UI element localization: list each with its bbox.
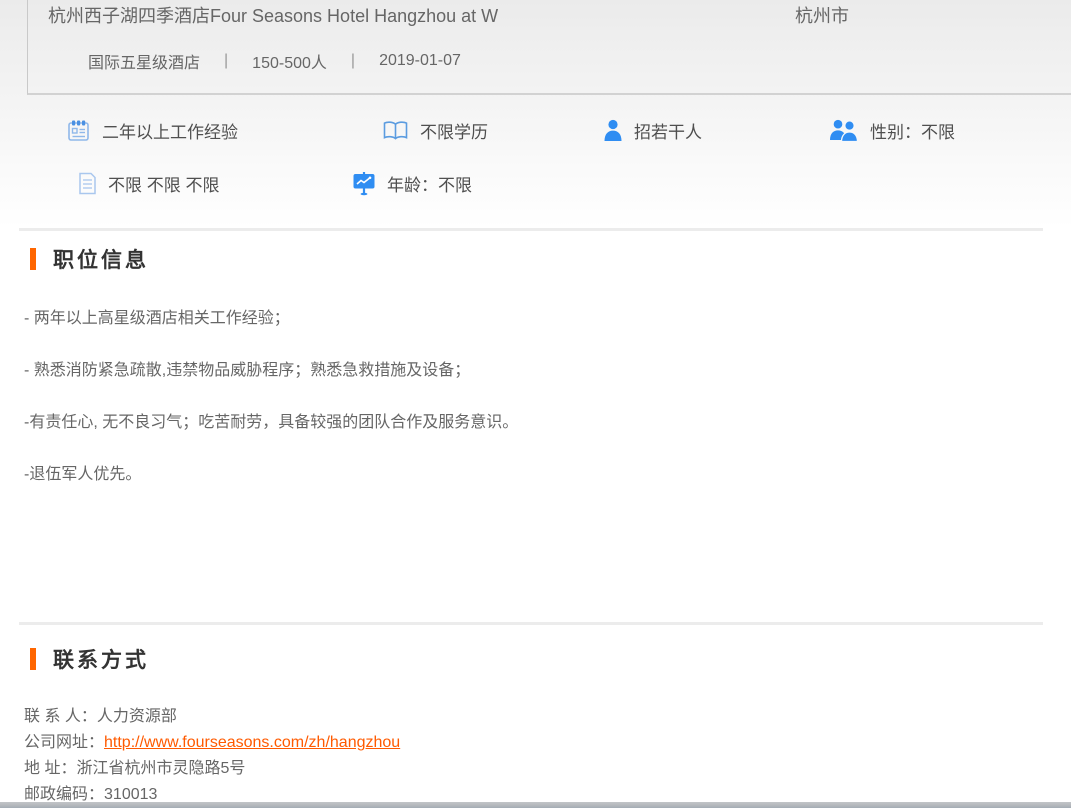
contact-heading: 联系方式 <box>19 644 1043 674</box>
company-header-box: 杭州西子湖四季酒店Four Seasons Hotel Hangzhou at … <box>27 0 1071 95</box>
company-meta-row: 国际五星级酒店 | 150-500人 | 2019-01-07 <box>88 49 461 73</box>
company-website-row: 公司网址：http://www.fourseasons.com/zh/hangz… <box>24 730 1043 756</box>
meta-separator: | <box>224 52 228 70</box>
gender-icon <box>829 119 859 142</box>
contact-person-value: 人力资源部 <box>97 708 177 725</box>
attr-age-label: 年龄：不限 <box>387 171 472 196</box>
experience-icon <box>66 118 91 143</box>
job-description-line: - 熟悉消防紧急疏散,违禁物品威胁程序；熟悉急救措施及设备； <box>24 360 1043 382</box>
header-area: 杭州西子湖四季酒店Four Seasons Hotel Hangzhou at … <box>0 0 1071 228</box>
company-website-label: 公司网址： <box>24 734 104 751</box>
postal-code-value: 310013 <box>104 786 157 803</box>
attr-education: 不限学历 <box>382 117 488 144</box>
company-name: 杭州西子湖四季酒店Four Seasons Hotel Hangzhou at … <box>48 2 498 28</box>
document-icon <box>78 172 97 195</box>
attr-experience-label: 二年以上工作经验 <box>102 118 238 143</box>
address-label: 地 址： <box>24 760 76 777</box>
attr-gender: 性别：不限 <box>829 117 955 144</box>
company-city: 杭州市 <box>795 2 849 28</box>
education-icon <box>382 120 409 142</box>
orange-bar <box>30 248 36 270</box>
attr-gender-label: 性别：不限 <box>870 118 955 143</box>
contact-section: 联系方式 联 系 人：人力资源部 公司网址：http://www.foursea… <box>19 622 1043 808</box>
company-type: 国际五星级酒店 <box>88 49 200 73</box>
contact-title: 联系方式 <box>53 644 149 674</box>
address-row: 地 址：浙江省杭州市灵隐路5号 <box>24 756 1043 782</box>
attr-experience: 二年以上工作经验 <box>66 117 238 144</box>
company-size: 150-500人 <box>252 49 327 73</box>
headcount-icon <box>603 119 623 142</box>
postal-code-label: 邮政编码： <box>24 786 104 803</box>
job-posting-page: 杭州西子湖四季酒店Four Seasons Hotel Hangzhou at … <box>0 0 1071 808</box>
contact-person-row: 联 系 人：人力资源部 <box>24 704 1043 730</box>
job-info-title: 职位信息 <box>53 244 149 274</box>
post-date: 2019-01-07 <box>379 52 461 70</box>
orange-bar <box>30 648 36 670</box>
attr-education-label: 不限学历 <box>420 118 488 143</box>
meta-separator: | <box>351 52 355 70</box>
attr-headcount: 招若干人 <box>603 117 702 144</box>
attr-headcount-label: 招若干人 <box>634 118 702 143</box>
age-chart-icon <box>352 171 376 196</box>
job-description-line: -有责任心, 无不良习气；吃苦耐劳，具备较强的团队合作及服务意识。 <box>24 412 1043 434</box>
job-info-heading: 职位信息 <box>19 244 1043 274</box>
job-info-section: 职位信息 - 两年以上高星级酒店相关工作经验； - 熟悉消防紧急疏散,违禁物品威… <box>19 228 1043 622</box>
attr-category-label: 不限 不限 不限 <box>108 171 219 196</box>
contact-person-label: 联 系 人： <box>24 708 97 725</box>
job-description-line: - 两年以上高星级酒店相关工作经验； <box>24 308 1043 330</box>
job-description: - 两年以上高星级酒店相关工作经验； - 熟悉消防紧急疏散,违禁物品威胁程序；熟… <box>24 308 1043 486</box>
contact-rows: 联 系 人：人力资源部 公司网址：http://www.fourseasons.… <box>24 704 1043 808</box>
attr-age: 年龄：不限 <box>352 170 472 197</box>
attr-category: 不限 不限 不限 <box>78 170 219 197</box>
address-value: 浙江省杭州市灵隐路5号 <box>76 760 245 777</box>
bottom-divider <box>0 802 1071 808</box>
company-website-link[interactable]: http://www.fourseasons.com/zh/hangzhou <box>104 734 400 751</box>
job-description-line: -退伍军人优先。 <box>24 464 1043 486</box>
